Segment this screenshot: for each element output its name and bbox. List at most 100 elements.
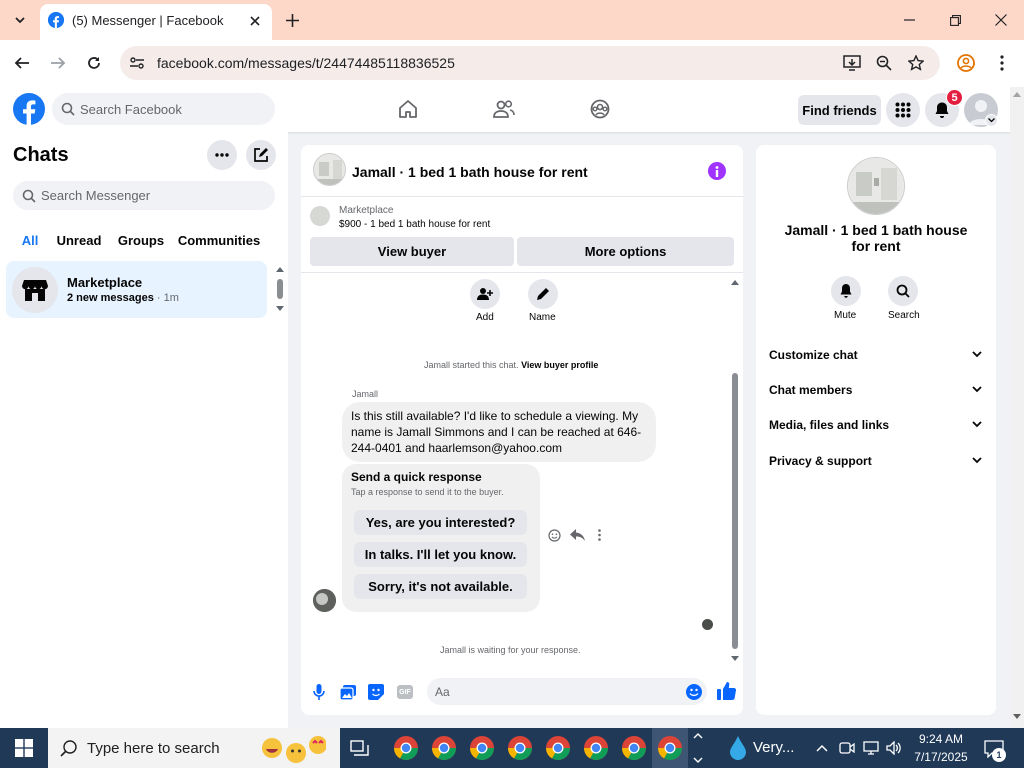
section-chat-members[interactable]: Chat members — [756, 376, 996, 404]
message-bubble[interactable]: Is this still available? I'd like to sch… — [342, 402, 656, 462]
search-icon[interactable] — [888, 276, 918, 306]
message-scrollbar[interactable] — [730, 277, 740, 665]
more-icon[interactable] — [207, 140, 237, 170]
mic-icon[interactable] — [311, 683, 327, 701]
taskbar-scroll-arrows[interactable] — [692, 730, 704, 766]
chrome-icon[interactable] — [428, 732, 460, 764]
friends-icon[interactable] — [492, 97, 516, 121]
zoom-icon[interactable] — [874, 53, 894, 73]
emoji-icon[interactable] — [685, 683, 703, 701]
view-buyer-button[interactable]: View buyer — [310, 237, 514, 266]
url-text[interactable]: facebook.com/messages/t/2447448511883652… — [157, 55, 455, 71]
add-person-icon[interactable] — [470, 279, 500, 309]
section-privacy-support[interactable]: Privacy & support — [756, 447, 996, 475]
message-input[interactable]: Aa — [427, 678, 707, 705]
listing-divider — [301, 272, 743, 273]
section-customize-chat[interactable]: Customize chat — [756, 341, 996, 369]
meet-now-icon[interactable] — [838, 740, 856, 756]
chrome-icon[interactable] — [504, 732, 536, 764]
quick-response-in-talks[interactable]: In talks. I'll let you know. — [354, 542, 527, 567]
compose-icon[interactable] — [246, 140, 276, 170]
search-messenger-placeholder: Search Messenger — [41, 188, 151, 203]
profile-icon[interactable] — [956, 53, 976, 73]
conversation-avatar[interactable] — [313, 153, 346, 186]
like-icon[interactable] — [715, 681, 737, 701]
quick-response-not-available[interactable]: Sorry, it's not available. — [354, 574, 527, 599]
clock-date[interactable]: 7/17/2025 — [911, 750, 971, 764]
close-tab-close-icon[interactable] — [246, 12, 264, 30]
sticker-icon[interactable] — [367, 683, 385, 701]
filter-unread[interactable]: Unread — [55, 227, 103, 253]
chat-list-scrollbar[interactable] — [276, 266, 284, 312]
find-friends-button[interactable]: Find friends — [798, 95, 881, 125]
seen-avatar — [702, 619, 713, 630]
view-buyer-profile-link[interactable]: View buyer profile — [521, 360, 598, 370]
chat-preview-line: 2 new messages · 1m — [67, 292, 179, 304]
gif-icon[interactable]: GIF — [395, 683, 415, 701]
star-icon[interactable] — [906, 53, 926, 73]
new-tab-plus-icon[interactable] — [282, 10, 302, 30]
weather-icon[interactable] — [728, 734, 748, 762]
taskbar-search-input[interactable]: Type here to search — [48, 728, 340, 768]
chrome-icon[interactable] — [580, 732, 612, 764]
details-title: Jamall · 1 bed 1 bath house for rent — [784, 222, 968, 254]
weather-text[interactable]: Very... — [753, 739, 794, 756]
chrome-icon[interactable] — [542, 732, 574, 764]
maximize-icon[interactable] — [942, 10, 968, 30]
chrome-icon[interactable] — [654, 732, 686, 764]
notification-badge: 5 — [946, 89, 963, 106]
listing-thumbnail — [310, 206, 330, 226]
message-more-icon[interactable] — [595, 528, 603, 542]
close-window-close-icon[interactable] — [988, 10, 1014, 30]
apps-grid-icon[interactable] — [886, 93, 920, 127]
browser-tab[interactable]: (5) Messenger | Facebook — [40, 4, 272, 40]
emoji-react-icon[interactable] — [547, 528, 561, 542]
minimize-icon[interactable] — [896, 10, 922, 30]
mute-icon[interactable] — [831, 276, 861, 306]
filter-groups[interactable]: Groups — [116, 227, 166, 253]
site-info-icon[interactable] — [128, 54, 146, 72]
task-view-icon[interactable] — [344, 734, 376, 762]
facebook-icon — [48, 12, 64, 28]
page-scrollbar[interactable] — [1010, 87, 1024, 728]
chrome-icon[interactable] — [466, 732, 498, 764]
kebab-icon[interactable] — [992, 53, 1012, 73]
clock-time[interactable]: 9:24 AM — [917, 732, 965, 746]
install-icon[interactable] — [842, 53, 862, 73]
search-messenger-input[interactable]: Search Messenger — [13, 181, 275, 210]
more-options-button[interactable]: More options — [517, 237, 734, 266]
chats-title: Chats — [13, 144, 69, 166]
section-label: Customize chat — [769, 348, 858, 362]
chrome-icon[interactable] — [390, 732, 422, 764]
home-icon[interactable] — [396, 97, 420, 121]
tab-search-chevron-down-icon[interactable] — [8, 8, 32, 32]
forward-icon[interactable] — [46, 51, 70, 75]
info-icon[interactable] — [708, 162, 726, 180]
photo-icon[interactable] — [339, 683, 357, 701]
tray-chevron-up-icon[interactable] — [814, 740, 830, 756]
facebook-search-input[interactable]: Search Facebook — [52, 93, 275, 125]
windows-icon[interactable] — [0, 728, 48, 768]
details-avatar[interactable] — [847, 157, 905, 215]
facebook-logo-icon[interactable] — [13, 93, 45, 125]
section-label: Chat members — [769, 383, 853, 397]
volume-icon[interactable] — [885, 740, 903, 756]
account-chevron-down-icon[interactable] — [985, 114, 998, 127]
section-media-files-links[interactable]: Media, files and links — [756, 411, 996, 439]
pencil-icon[interactable] — [528, 279, 558, 309]
chrome-icon[interactable] — [618, 732, 650, 764]
chat-list-item[interactable]: Marketplace 2 new messages · 1m — [6, 261, 267, 318]
notification-count-badge: 1 — [992, 748, 1006, 762]
sender-avatar[interactable] — [313, 589, 336, 612]
conversation-panel: Jamall · 1 bed 1 bath house for rent Mar… — [301, 145, 743, 715]
waiting-text: Jamall is waiting for your response. — [440, 645, 581, 655]
groups-icon[interactable] — [588, 97, 612, 121]
back-icon[interactable] — [10, 51, 34, 75]
network-icon[interactable] — [862, 740, 880, 756]
reload-icon[interactable] — [82, 51, 106, 75]
quick-response-card: Send a quick response Tap a response to … — [342, 464, 540, 612]
filter-communities[interactable]: Communities — [178, 227, 260, 253]
quick-response-yes[interactable]: Yes, are you interested? — [354, 510, 527, 535]
filter-all[interactable]: All — [13, 227, 47, 253]
reply-icon[interactable] — [569, 528, 585, 542]
